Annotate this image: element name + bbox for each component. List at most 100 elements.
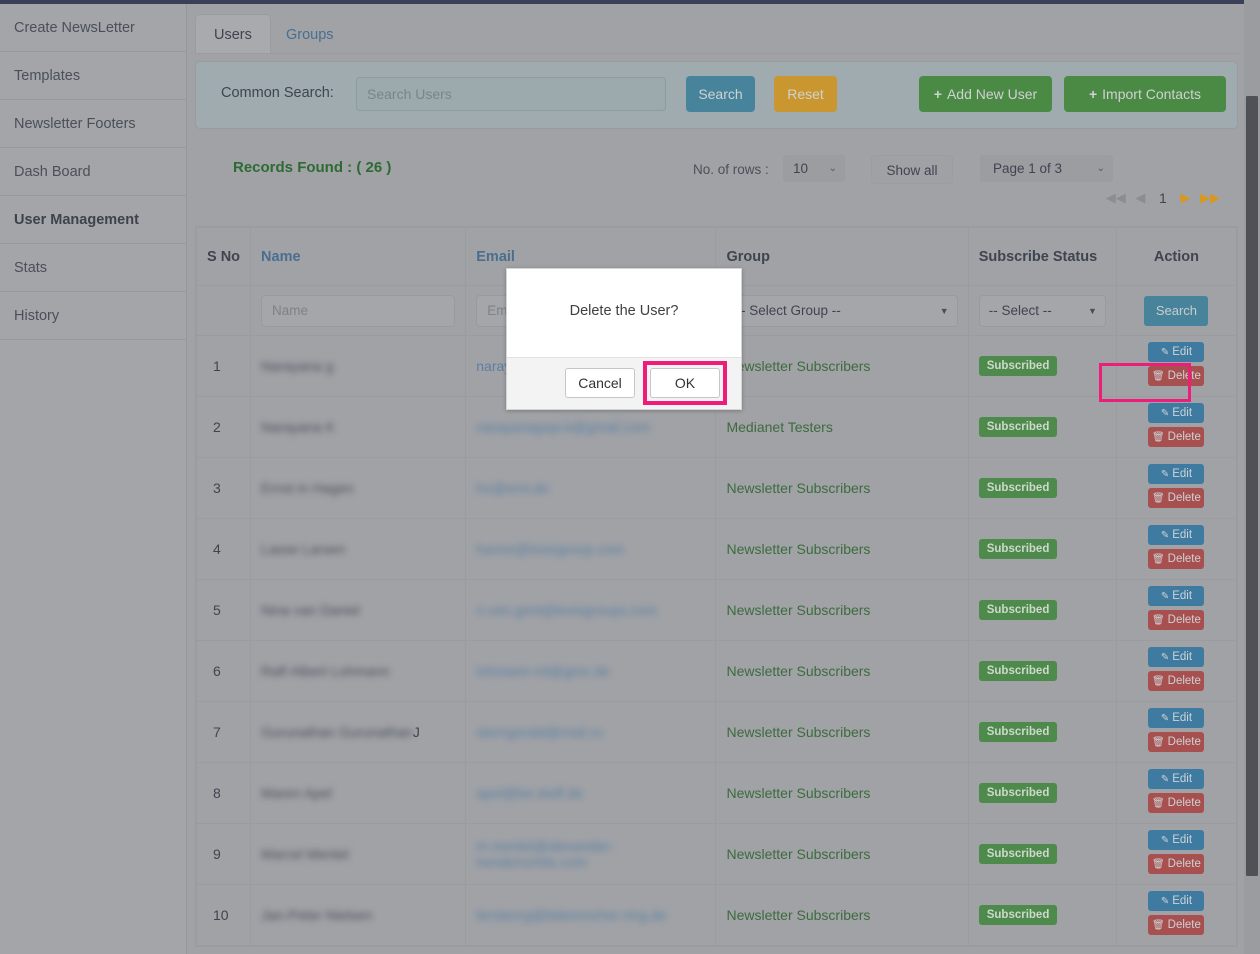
delete-button[interactable]: 🗑 Delete xyxy=(1148,915,1205,935)
records-toolbar: Records Found : ( 26 ) No. of rows : 10 … xyxy=(195,137,1238,221)
edit-button[interactable]: ✎ Edit xyxy=(1148,586,1205,606)
pencil-icon: ✎ xyxy=(1160,469,1170,480)
edit-button[interactable]: ✎ Edit xyxy=(1148,647,1205,667)
delete-label: Delete xyxy=(1167,431,1201,443)
table-row: 7 Gurunathan GurunathanJ sterngerald@mail.… xyxy=(195,701,1238,763)
delete-label: Delete xyxy=(1167,675,1201,687)
sidebar-item-create-newsletter[interactable]: Create NewsLetter xyxy=(0,4,186,52)
cell-group: Newsletter Subscribers xyxy=(715,640,969,702)
cell-status: Subscribed xyxy=(967,579,1117,641)
scrollbar-thumb[interactable] xyxy=(1246,96,1258,876)
show-all-button[interactable]: Show all xyxy=(871,155,953,184)
filter-status-select[interactable]: -- Select -- ▼ xyxy=(978,294,1106,327)
page-scrollbar[interactable] xyxy=(1244,0,1260,954)
dialog-ok-button[interactable]: OK xyxy=(650,368,720,398)
user-email[interactable]: m.mentel@alexander-henderschite.com xyxy=(476,838,705,870)
delete-button[interactable]: 🗑 Delete xyxy=(1148,427,1205,447)
edit-button[interactable]: ✎ Edit xyxy=(1148,464,1205,484)
filter-name-input[interactable] xyxy=(261,294,456,327)
import-contacts-button[interactable]: + Import Contacts xyxy=(1064,76,1226,112)
cell-group: Newsletter Subscribers xyxy=(715,884,969,946)
dialog-footer: Cancel OK xyxy=(507,357,741,409)
filter-search-button[interactable]: Search xyxy=(1144,295,1209,326)
edit-button[interactable]: ✎ Edit xyxy=(1148,342,1205,362)
tab-users[interactable]: Users xyxy=(195,14,271,54)
user-email[interactable]: n.van.gent@lexisgroups.com xyxy=(476,602,657,618)
user-name-suffix: J xyxy=(412,724,420,740)
cell-action: ✎ Edit 🗑 Delete xyxy=(1098,335,1238,402)
last-page-icon[interactable]: ▶▶ xyxy=(1200,190,1220,206)
add-new-user-button[interactable]: + Add New User xyxy=(919,76,1052,112)
edit-button[interactable]: ✎ Edit xyxy=(1148,891,1205,911)
pencil-icon: ✎ xyxy=(1160,591,1170,602)
cell-email: ferstenrg@bekenncher-ring.de xyxy=(465,884,717,946)
delete-button[interactable]: 🗑 Delete xyxy=(1148,671,1205,691)
table-row: 4 Lasse Larsen hanne@lexisgroup.com Newslet… xyxy=(195,518,1238,580)
cell-action: ✎ Edit 🗑 Delete xyxy=(1115,640,1238,702)
cell-sno: 5 xyxy=(195,579,252,641)
next-page-icon[interactable]: ▶ xyxy=(1180,190,1190,206)
rows-per-page-select[interactable]: 10 ⌄ xyxy=(783,155,845,182)
sidebar-item-stats[interactable]: Stats xyxy=(0,244,186,292)
cell-status: Subscribed xyxy=(967,640,1117,702)
page-select[interactable]: Page 1 of 3 ⌄ xyxy=(980,155,1113,182)
user-email[interactable]: narayanagopi.k@gmail.com xyxy=(476,419,650,435)
search-input[interactable] xyxy=(356,77,666,111)
user-name: Marcel Mentel xyxy=(261,846,349,862)
cell-status: Subscribed xyxy=(967,762,1117,824)
import-contacts-label: Import Contacts xyxy=(1102,86,1201,102)
search-button[interactable]: Search xyxy=(686,76,755,112)
delete-button[interactable]: 🗑 Delete xyxy=(1148,488,1205,508)
sidebar-item-templates[interactable]: Templates xyxy=(0,52,186,100)
pencil-icon: ✎ xyxy=(1160,835,1170,846)
edit-label: Edit xyxy=(1172,407,1193,419)
first-page-icon[interactable]: ◀◀ xyxy=(1106,190,1126,206)
edit-button[interactable]: ✎ Edit xyxy=(1148,403,1205,423)
sidebar-item-label: Create NewsLetter xyxy=(14,20,135,36)
edit-button[interactable]: ✎ Edit xyxy=(1148,830,1205,850)
edit-button[interactable]: ✎ Edit xyxy=(1148,769,1205,789)
status-badge: Subscribed xyxy=(978,356,1058,376)
user-email[interactable]: hanne@lexisgroup.com xyxy=(476,541,623,557)
status-badge: Subscribed xyxy=(978,722,1058,742)
reset-button[interactable]: Reset xyxy=(774,76,837,112)
delete-button[interactable]: 🗑 Delete xyxy=(1148,549,1205,569)
sidebar-item-newsletter-footers[interactable]: Newsletter Footers xyxy=(0,100,186,148)
edit-button[interactable]: ✎ Edit xyxy=(1148,708,1205,728)
trash-icon: 🗑 xyxy=(1151,798,1165,809)
prev-page-icon[interactable]: ◀ xyxy=(1135,190,1145,206)
sidebar-item-history[interactable]: History xyxy=(0,292,186,340)
edit-button[interactable]: ✎ Edit xyxy=(1148,525,1205,545)
pencil-icon: ✎ xyxy=(1160,530,1170,541)
delete-confirm-dialog: Delete the User? Cancel OK xyxy=(506,268,742,410)
tab-groups[interactable]: Groups xyxy=(267,14,353,54)
delete-button[interactable]: 🗑 Delete xyxy=(1148,793,1205,813)
cell-name: Narayana g xyxy=(250,335,467,397)
user-email[interactable]: ferstenrg@bekenncher-ring.de xyxy=(476,907,666,923)
user-email[interactable]: ho@erst.de xyxy=(476,480,549,496)
sidebar-item-dash-board[interactable]: Dash Board xyxy=(0,148,186,196)
delete-button[interactable]: 🗑 Delete xyxy=(1148,854,1205,874)
filter-group-select[interactable]: -- Select Group -- ▼ xyxy=(726,294,958,327)
dialog-cancel-button[interactable]: Cancel xyxy=(565,368,635,398)
user-email[interactable]: apel@be-stoff.de xyxy=(476,785,583,801)
column-header-group: Group xyxy=(715,227,969,286)
cell-sno: 7 xyxy=(195,701,252,763)
cell-name: Nina van Daniel xyxy=(250,579,467,641)
column-header-name[interactable]: Name xyxy=(250,227,467,286)
trash-icon: 🗑 xyxy=(1151,859,1165,870)
cell-action: ✎ Edit 🗑 Delete xyxy=(1115,579,1238,641)
delete-button[interactable]: 🗑 Delete xyxy=(1148,610,1205,630)
edit-label: Edit xyxy=(1172,712,1193,724)
delete-button[interactable]: 🗑 Delete xyxy=(1148,732,1205,752)
pencil-icon: ✎ xyxy=(1160,713,1170,724)
column-header-status: Subscribe Status xyxy=(967,227,1117,286)
cell-status: Subscribed xyxy=(967,823,1117,885)
user-email[interactable]: lohmann-ml@gmx.de xyxy=(476,663,609,679)
cell-status: Subscribed xyxy=(967,884,1117,946)
sidebar-item-user-management[interactable]: User Management xyxy=(0,196,186,244)
delete-button[interactable]: 🗑 Delete xyxy=(1148,366,1205,386)
dialog-message: Delete the User? xyxy=(569,303,679,319)
user-email[interactable]: sterngerald@mail.ru xyxy=(476,724,602,740)
user-name: Ernst in Hagen xyxy=(261,480,354,496)
